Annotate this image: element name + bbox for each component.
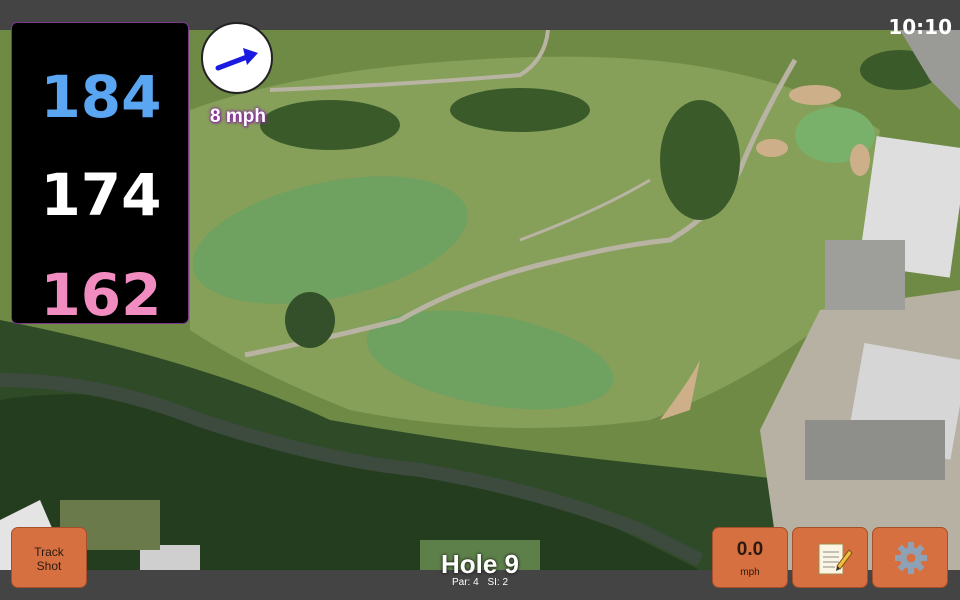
stroke-index-label: SI: 2 xyxy=(487,577,509,588)
track-shot-label-line2: Shot xyxy=(36,559,62,573)
front-distance: 162 xyxy=(40,261,162,329)
notepad-icon xyxy=(818,543,853,575)
wind-indicator xyxy=(201,22,273,94)
clock: 10:10 xyxy=(888,15,952,39)
track-shot-button[interactable]: Track Shot xyxy=(11,527,87,588)
speed-value: 0.0 xyxy=(736,539,764,560)
back-distance: 184 xyxy=(40,63,162,131)
par-label: Par: 4 xyxy=(451,577,479,588)
distance-panel: 184 174 162 xyxy=(11,22,189,329)
speed-unit: mph xyxy=(740,567,760,578)
gear-icon xyxy=(895,542,927,574)
hole-title: Hole 9 xyxy=(440,549,520,579)
track-shot-label-line1: Track xyxy=(34,545,64,559)
middle-distance: 174 xyxy=(40,161,162,229)
hole-info: Par: 4 SI: 2 xyxy=(380,577,580,588)
speed-button[interactable]: 0.0 mph xyxy=(712,527,788,588)
notes-button[interactable] xyxy=(792,527,868,588)
settings-button[interactable] xyxy=(872,527,948,588)
arrow-east-icon xyxy=(215,48,258,71)
wind-speed-label: 8 mph xyxy=(210,106,266,127)
